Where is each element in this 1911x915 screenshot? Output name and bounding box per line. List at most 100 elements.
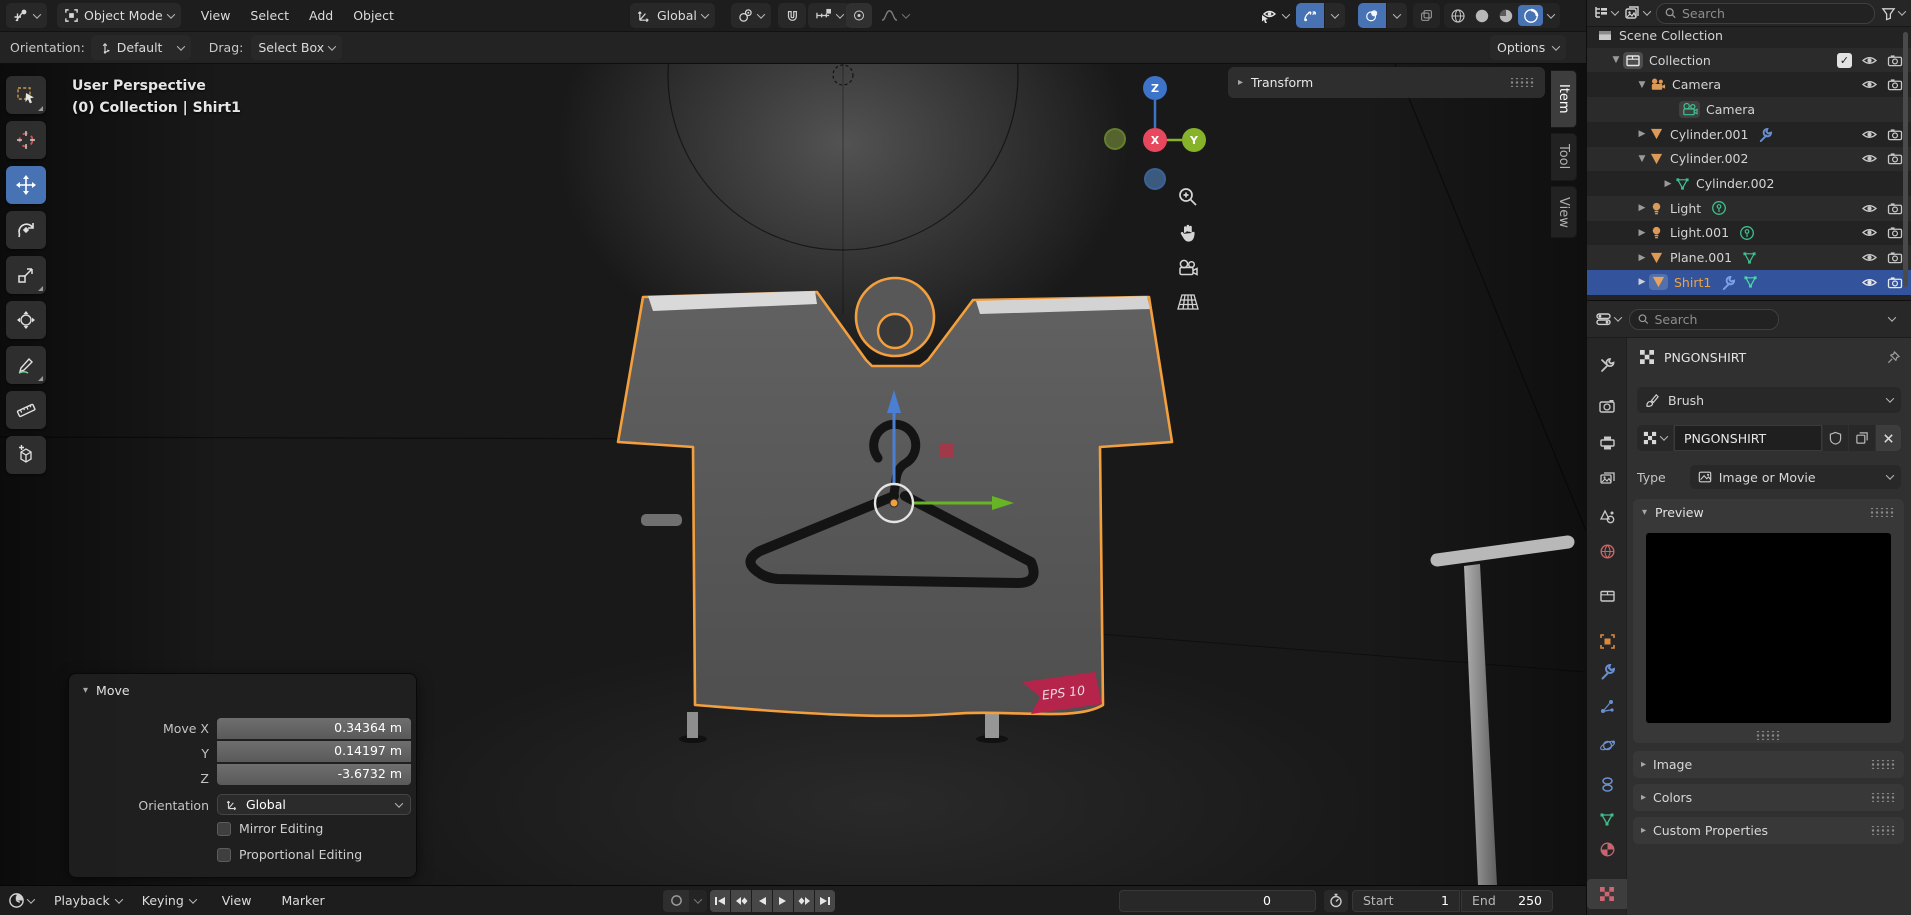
hide-eye-icon[interactable] [1861, 54, 1878, 67]
transform-tool[interactable] [6, 301, 46, 339]
annotate-tool[interactable] [6, 346, 46, 384]
hide-eye-icon[interactable] [1861, 128, 1878, 141]
tab-object[interactable] [1587, 626, 1627, 656]
tab-view-layer[interactable] [1587, 464, 1627, 494]
mode-dropdown[interactable]: Object Mode [57, 3, 181, 28]
menu-object[interactable]: Object [343, 3, 404, 28]
transform-panel-header[interactable]: ▸ Transform [1228, 67, 1545, 98]
show-gizmo-toggle[interactable] [1296, 3, 1324, 28]
axis-x-ball[interactable]: X [1143, 128, 1167, 152]
outliner-row-camera-object[interactable]: ▼ Camera [1587, 72, 1911, 97]
tab-particles[interactable] [1587, 691, 1627, 721]
type-dropdown[interactable]: Image or Movie [1690, 465, 1901, 489]
shading-wireframe-button[interactable] [1446, 8, 1469, 24]
render-visibility-icon[interactable] [1887, 251, 1903, 264]
measure-tool[interactable] [6, 391, 46, 429]
tab-world[interactable] [1587, 536, 1627, 566]
drag-mode-dropdown[interactable]: Select Box [251, 35, 342, 60]
axis-neg-z-ball[interactable] [1144, 168, 1166, 190]
render-visibility-icon[interactable] [1887, 78, 1903, 91]
duplicate-datablock-button[interactable] [1849, 425, 1875, 451]
outliner-row-cylinder-002-data[interactable]: ▶ Cylinder.002 [1587, 171, 1911, 196]
outliner-search-input[interactable] [1682, 6, 1866, 21]
hide-eye-icon[interactable] [1861, 276, 1878, 289]
object-visibility-dropdown[interactable] [1253, 3, 1296, 28]
hide-eye-icon[interactable] [1861, 152, 1878, 165]
tab-collection-props[interactable] [1587, 581, 1627, 611]
auto-keying-toggle[interactable] [663, 890, 689, 912]
add-cube-tool[interactable] [6, 436, 46, 474]
move-orientation-dropdown[interactable]: Global [217, 794, 411, 815]
rotate-tool[interactable] [6, 211, 46, 249]
shading-dropdown[interactable] [1547, 10, 1555, 18]
editor-type-button[interactable] [6, 3, 47, 28]
brush-selector[interactable]: Brush [1637, 387, 1901, 413]
render-visibility-icon[interactable] [1887, 128, 1903, 141]
move-x-field[interactable]: 0.34364 m [217, 718, 411, 739]
snap-target-dropdown[interactable] [808, 3, 850, 28]
tab-constraints[interactable] [1587, 769, 1627, 799]
pan-hand-icon[interactable] [1177, 222, 1199, 244]
id-type-dropdown[interactable] [1637, 425, 1673, 451]
play-button[interactable] [773, 890, 793, 912]
move-tool[interactable] [6, 166, 46, 204]
start-frame-field[interactable]: Start 1 [1352, 890, 1460, 912]
mirror-editing-checkbox[interactable] [217, 822, 231, 836]
outliner-row-shirt1[interactable]: ▶ Shirt1 [1587, 270, 1911, 295]
show-overlays-toggle[interactable] [1358, 3, 1386, 28]
pivot-point-dropdown[interactable] [731, 3, 771, 28]
properties-search[interactable] [1629, 309, 1779, 330]
camera-view-icon[interactable] [1176, 258, 1200, 278]
tab-texture[interactable] [1587, 879, 1627, 909]
navigation-gizmo[interactable]: Z X Y [1100, 72, 1220, 202]
select-box-tool[interactable] [6, 76, 46, 114]
outliner-display-mode-button[interactable] [1624, 5, 1650, 21]
timeline-editor-type-button[interactable] [8, 892, 34, 909]
render-visibility-icon[interactable] [1887, 152, 1903, 165]
options-button[interactable]: Options [1490, 35, 1566, 60]
hide-eye-icon[interactable] [1861, 226, 1878, 239]
unlink-datablock-button[interactable] [1876, 425, 1901, 451]
outliner-row-light[interactable]: ▶ Light [1587, 196, 1911, 221]
menu-playback[interactable]: Playback [44, 888, 132, 913]
panel-grip[interactable] [1870, 793, 1896, 802]
use-preview-range-button[interactable] [1324, 890, 1348, 912]
axis-neg-y-ball[interactable] [1104, 128, 1126, 150]
proportional-editing-toggle[interactable] [846, 3, 872, 28]
collapse-arrow[interactable]: ▼ [1635, 80, 1649, 90]
zoom-icon[interactable] [1177, 186, 1199, 208]
outliner-row-light-001[interactable]: ▶ Light.001 [1587, 221, 1911, 246]
id-name-field[interactable]: PNGONSHIRT [1674, 425, 1822, 451]
sidebar-tab-view[interactable]: View [1551, 186, 1577, 238]
collapse-arrow[interactable]: ▶ [1635, 277, 1649, 287]
play-reverse-button[interactable] [752, 890, 772, 912]
tab-output[interactable] [1587, 428, 1627, 458]
tab-scene[interactable] [1587, 502, 1627, 532]
tab-render[interactable] [1587, 392, 1627, 422]
shading-rendered-button[interactable] [1518, 5, 1543, 26]
panel-grip[interactable] [1509, 78, 1535, 87]
axis-y-ball[interactable]: Y [1182, 128, 1206, 152]
collapse-arrow[interactable]: ▶ [1635, 203, 1649, 213]
axis-z-ball[interactable]: Z [1143, 76, 1167, 100]
properties-editor-type-button[interactable] [1595, 311, 1621, 327]
fake-user-button[interactable] [1823, 425, 1848, 451]
shading-solid-button[interactable] [1470, 8, 1493, 24]
collapse-arrow[interactable]: ▶ [1661, 179, 1675, 189]
collapse-arrow[interactable]: ▶ [1635, 129, 1649, 139]
preview-panel-header[interactable]: ▾ Preview [1633, 499, 1904, 526]
move-y-field[interactable]: 0.14197 m [217, 741, 411, 762]
properties-options-chevron[interactable] [1888, 313, 1896, 321]
tab-tool[interactable] [1587, 350, 1627, 380]
tab-object-data[interactable] [1587, 804, 1627, 834]
gizmo-x-plane-handle[interactable] [939, 443, 953, 457]
render-visibility-icon[interactable] [1887, 54, 1903, 67]
collapse-arrow[interactable]: ▶ [1635, 253, 1649, 263]
overlays-dropdown[interactable] [1387, 3, 1407, 28]
menu-timeline-view[interactable]: View [212, 888, 262, 913]
end-frame-field[interactable]: End 250 [1461, 890, 1553, 912]
keying-dropdown[interactable] [689, 890, 707, 912]
collapse-arrow[interactable]: ▶ [1635, 228, 1649, 238]
snap-toggle[interactable] [778, 3, 806, 28]
default-orientation-dropdown[interactable]: Default [91, 35, 191, 60]
